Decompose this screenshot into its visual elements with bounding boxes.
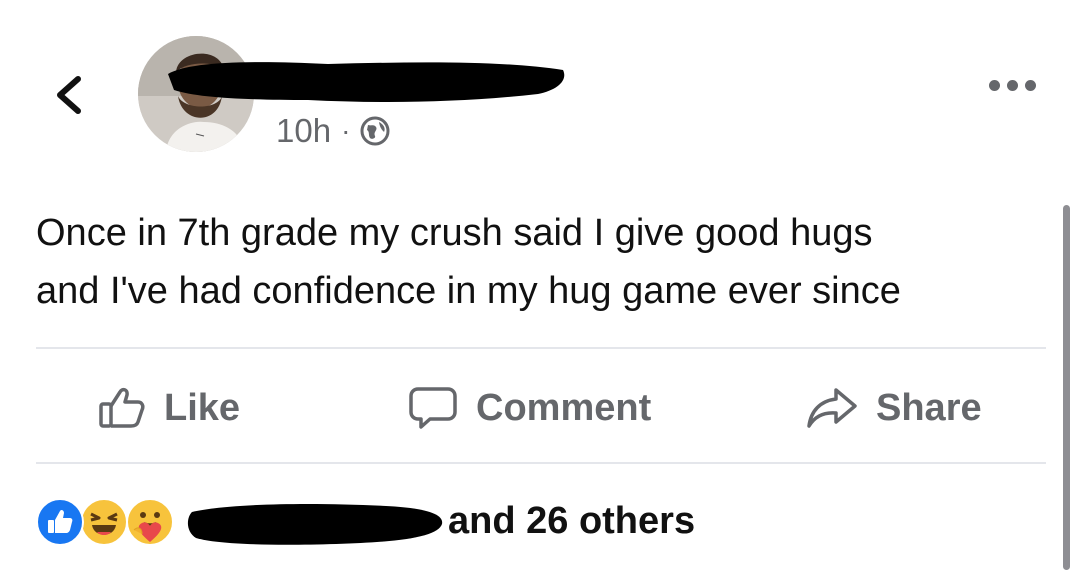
reactions-summary[interactable]: and 26 others [36,494,1036,554]
post-text: Once in 7th grade my crush said I give g… [36,212,901,312]
action-bar: Like Comment Share [0,368,1080,448]
globe-icon [360,116,390,146]
comment-bubble-icon [409,387,457,429]
post-time[interactable]: 10h [276,112,331,150]
divider [36,347,1046,349]
like-reaction-icon [36,498,84,546]
reactions-count-label: and 26 others [448,500,696,542]
more-options-button[interactable] [989,80,1036,91]
care-reaction-icon [126,498,174,546]
comment-button[interactable]: Comment [408,368,651,448]
share-label: Share [876,386,982,429]
redacted-reactor-names [187,504,443,545]
thumbs-up-icon [99,387,145,428]
like-label: Like [164,386,241,429]
separator: · [341,115,351,146]
post-meta: 10h · [276,112,390,150]
scrollbar[interactable] [1063,205,1070,570]
haha-reaction-icon [80,498,128,546]
chevron-left-icon [57,76,81,114]
more-horizontal-icon [989,80,1000,91]
divider [36,462,1046,464]
back-button[interactable] [44,70,94,120]
share-button[interactable]: Share [806,368,982,448]
share-arrow-icon [807,388,857,428]
redacted-author-name [168,62,565,102]
comment-label: Comment [476,386,652,429]
like-button[interactable]: Like [98,368,240,448]
